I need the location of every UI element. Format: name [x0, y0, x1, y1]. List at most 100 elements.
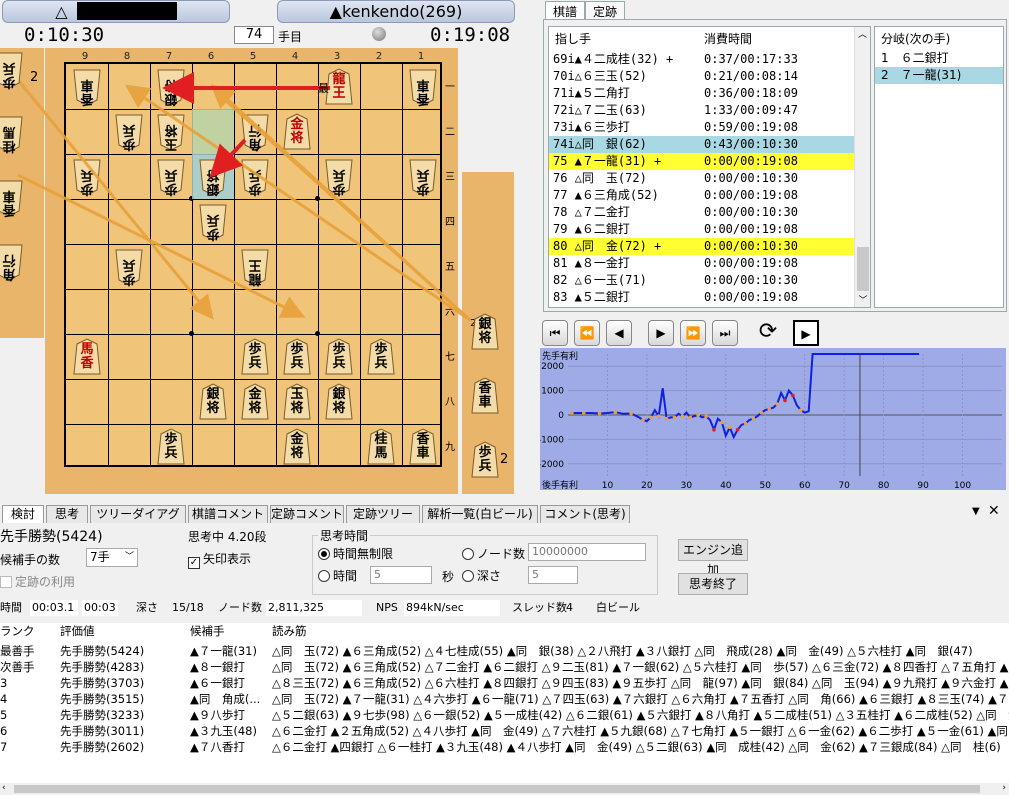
pv-row[interactable]: 7 先手勝勢(2602) ▲７八香打 △６二金打 ▲四銀打 △６一桂打 ▲３九玉(48… — [0, 739, 1009, 756]
branch-item[interactable]: 1 ６二銀打 — [875, 50, 1003, 67]
pv-header-cell[interactable]: 評価値 — [60, 623, 188, 640]
pv-row[interactable]: 3 先手勝勢(3703) ▲６一銀打 △８三玉(72) ▲６三角成(52) △６六桂打… — [0, 675, 1009, 692]
board-piece[interactable]: 歩 兵 — [112, 112, 146, 152]
sente-hand-piece[interactable]: 歩 兵 — [468, 440, 502, 480]
board-piece[interactable]: 歩 兵 — [238, 157, 272, 197]
depth-radio[interactable]: 深さ — [462, 567, 501, 584]
sente-hand-piece[interactable]: 香 車 — [468, 376, 502, 416]
board-piece[interactable]: 龍 王 — [322, 67, 356, 107]
board-piece[interactable]: 歩 兵 — [406, 157, 440, 197]
tab-kifu[interactable]: 棋譜 — [545, 1, 586, 19]
h-scroll-thumb[interactable] — [14, 785, 980, 793]
board-piece[interactable]: 歩 兵 — [112, 247, 146, 287]
board-piece[interactable]: 歩 兵 — [196, 202, 230, 242]
board-piece[interactable]: 歩 兵 — [238, 337, 272, 377]
board-piece[interactable]: 香 車 — [406, 427, 440, 467]
kifu-list[interactable]: 指し手 消費時間 69i▲４二成桂(32) + 0:37/00:17:33 70i△… — [548, 26, 871, 308]
kifu-row[interactable]: 78 △７二金打 0:00/00:10:30 — [549, 204, 857, 221]
arrow-display-checkbox[interactable]: ✓ 矢印表示 — [188, 550, 251, 569]
collapse-icon[interactable]: ▼ — [972, 506, 980, 517]
board-piece[interactable]: 金 将 — [280, 112, 314, 152]
candidates-select[interactable]: 7手 ﹀ — [86, 548, 138, 567]
next-button[interactable]: ▶ — [648, 320, 674, 346]
tab-think-comment[interactable]: コメント(思考) — [540, 505, 630, 523]
board-piece[interactable]: 歩 兵 — [322, 157, 356, 197]
kifu-row[interactable]: 83 ▲５二銀打 0:00/00:19:08 — [549, 289, 857, 306]
close-icon[interactable]: ✕ — [988, 503, 1000, 519]
board-piece[interactable]: 歩 兵 — [280, 337, 314, 377]
kifu-row[interactable]: 69i▲４二成桂(32) + 0:37/00:17:33 — [549, 51, 857, 68]
board-piece[interactable]: 歩 兵 — [70, 157, 104, 197]
scroll-thumb[interactable] — [857, 247, 869, 291]
last-move-button[interactable]: ⏭ — [712, 320, 738, 346]
kifu-scrollbar[interactable]: ︿ ﹀ — [854, 27, 870, 307]
kifu-row[interactable]: 82 △６一玉(71) 0:00/00:10:30 — [549, 272, 857, 289]
prev10-button[interactable]: ⏪ — [574, 320, 600, 346]
kifu-row[interactable]: 74i△同 銀(62) 0:43/00:10:30 — [549, 136, 857, 153]
joseki-checkbox[interactable]: 定跡の利用 — [0, 573, 75, 590]
kifu-row[interactable]: 79 ▲６二銀打 0:00/00:19:08 — [549, 221, 857, 238]
pv-row[interactable]: 5 先手勝勢(3233) ▲９八歩打 △５二銀(63) ▲９七歩(98) △６一銀(5… — [0, 707, 1009, 724]
tab-joseki[interactable]: 定跡 — [585, 1, 626, 19]
board-piece[interactable]: 歩 兵 — [154, 427, 188, 467]
board-piece[interactable]: 銀 将 — [196, 382, 230, 422]
board-piece[interactable]: 銀 将 — [322, 382, 356, 422]
time-spinner[interactable]: 5 — [370, 566, 432, 584]
play-button[interactable]: ▶ — [793, 320, 819, 346]
board-piece[interactable]: 香 車 — [406, 67, 440, 107]
scroll-down-icon[interactable]: ﹀ — [855, 293, 870, 307]
gote-hand-piece[interactable]: 歩 兵 — [0, 50, 26, 90]
pv-header-cell[interactable]: 読み筋 — [272, 623, 1009, 640]
gote-hand-piece[interactable]: 香 車 — [0, 178, 26, 218]
kifu-row[interactable]: 73i▲６三歩打 0:59/00:19:08 — [549, 119, 857, 136]
board-piece[interactable]: 金 将 — [238, 382, 272, 422]
scroll-up-icon[interactable]: ︿ — [855, 27, 870, 43]
tab-tree[interactable]: ツリーダイアグラム — [90, 505, 186, 538]
kifu-row[interactable]: 81 ▲８一金打 0:00/00:19:08 — [549, 255, 857, 272]
branch-item-selected[interactable]: 2 ７一龍(31) — [875, 67, 1003, 84]
stop-thinking-button[interactable]: 思考終了 — [678, 573, 748, 595]
time-radio[interactable]: 時間 — [318, 567, 357, 584]
pv-row[interactable]: 6 先手勝勢(3011) ▲３九玉(48) △６二金打 ▲２五角成(52) △４八歩打… — [0, 723, 1009, 740]
tab-joseki-comment[interactable]: 定跡コメント — [270, 505, 344, 523]
tab-joseki-tree[interactable]: 定跡ツリー — [346, 505, 420, 523]
tab-analysis[interactable]: 解析一覧(白ビール) — [422, 505, 538, 523]
pv-table[interactable]: ランク 評価値 候補手 読み筋 最善手 先手勝勢(5424) ▲７一龍(31) △同 玉(72… — [0, 623, 1009, 783]
node-radio[interactable]: ノード数 — [462, 545, 525, 562]
first-move-button[interactable]: ⏮ — [542, 320, 568, 346]
depth-spinner[interactable]: 5 — [528, 566, 578, 584]
gote-hand-piece[interactable]: 桂 馬 — [0, 114, 26, 154]
pv-header-cell[interactable]: 候補手 — [190, 623, 270, 640]
board-piece[interactable]: 銀 将 — [196, 157, 230, 197]
kifu-row[interactable]: 72i△７二玉(63) 1:33/00:09:47 — [549, 102, 857, 119]
board-piece[interactable]: 歩 兵 — [364, 337, 398, 377]
scroll-left-icon[interactable]: ‹ — [2, 783, 6, 793]
board-piece[interactable]: 玉 将 — [154, 112, 188, 152]
board-piece[interactable]: 銀 将 — [154, 67, 188, 107]
tab-review[interactable]: 検討 — [2, 505, 44, 523]
kifu-row[interactable]: 77 ▲６三角成(52) 0:00/00:19:08 — [549, 187, 857, 204]
tab-kifu-comment[interactable]: 棋譜コメント — [188, 505, 268, 523]
pv-row[interactable]: 4 先手勝勢(3515) ▲同 角成(... △同 玉(72) ▲７一龍(31) △４… — [0, 691, 1009, 708]
branch-list[interactable]: 分岐(次の手) 1 ６二銀打 2 ７一龍(31) — [874, 26, 1004, 308]
board-piece[interactable]: 龍 王 — [238, 247, 272, 287]
kifu-row[interactable]: 75 ▲７一龍(31) + 0:00/00:19:08 — [549, 153, 857, 170]
tab-think[interactable]: 思考 — [46, 505, 88, 523]
board-piece[interactable]: 馬 香 — [70, 337, 104, 377]
board-piece[interactable]: 金 将 — [280, 427, 314, 467]
board-piece[interactable]: 歩 兵 — [154, 157, 188, 197]
pv-row[interactable]: 次善手 先手勝勢(4283) ▲８一銀打 △同 玉(72) ▲６三角成(52) △７二… — [0, 659, 1009, 676]
board-piece[interactable]: 桂 馬 — [364, 427, 398, 467]
kifu-row[interactable]: 70i△６三玉(52) 0:21/00:08:14 — [549, 68, 857, 85]
shogi-board[interactable]: 香 車銀 将龍 王香 車歩 兵玉 将角 行金 将歩 兵歩 兵銀 将歩 兵歩 兵歩… — [64, 62, 442, 467]
board-piece[interactable]: 香 車 — [70, 67, 104, 107]
unlimited-radio[interactable]: 時間無制限 — [318, 545, 393, 562]
scroll-right-icon[interactable]: › — [1002, 783, 1006, 793]
kifu-row[interactable]: 71i▲５二角打 0:36/00:18:09 — [549, 85, 857, 102]
pv-row[interactable]: 最善手 先手勝勢(5424) ▲７一龍(31) △同 玉(72) ▲６三角成(52) … — [0, 643, 1009, 660]
gote-hand-piece[interactable]: 角 行 — [0, 242, 26, 282]
sente-hand-piece[interactable]: 銀 将 — [468, 312, 502, 352]
node-spinner[interactable]: 10000000 — [528, 543, 646, 561]
prev-button[interactable]: ◀ — [606, 320, 632, 346]
horizontal-scrollbar[interactable]: ‹ › — [0, 783, 1009, 795]
